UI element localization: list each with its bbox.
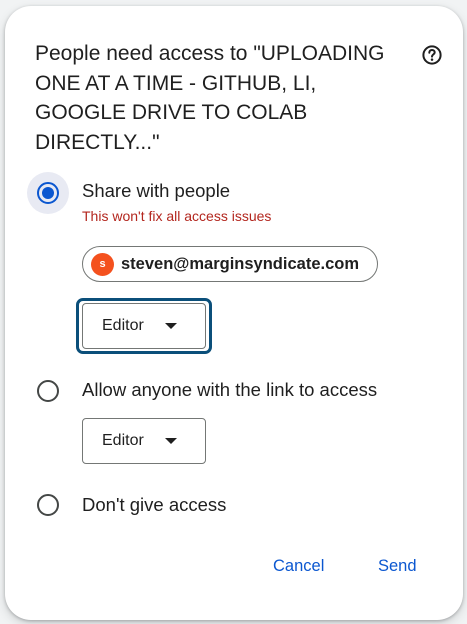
share-with-people-label[interactable]: Share with people — [82, 180, 230, 202]
share-access-dialog: People need access to "UPLOADING ONE AT … — [5, 6, 463, 620]
send-button[interactable]: Send — [378, 557, 417, 576]
radio-share-with-people[interactable] — [37, 182, 59, 204]
access-warning-text: This won't fix all access issues — [82, 208, 272, 224]
help-icon[interactable] — [421, 44, 443, 66]
avatar: s — [91, 252, 114, 276]
recipient-email: steven@marginsyndicate.com — [121, 254, 360, 273]
cancel-button[interactable]: Cancel — [273, 557, 324, 576]
radio-dont-give-access[interactable] — [37, 494, 59, 516]
dont-give-access-label[interactable]: Don't give access — [82, 494, 226, 516]
link-role-value: Editor — [102, 432, 144, 449]
dropdown-arrow-icon — [165, 323, 177, 329]
link-role-select[interactable]: Editor — [82, 418, 206, 464]
share-role-value: Editor — [102, 317, 144, 334]
dialog-title: People need access to "UPLOADING ONE AT … — [35, 42, 385, 154]
dropdown-arrow-icon — [165, 438, 177, 444]
recipient-chip[interactable]: s steven@marginsyndicate.com — [82, 246, 378, 282]
anyone-with-link-label[interactable]: Allow anyone with the link to access — [82, 379, 377, 401]
radio-anyone-with-link[interactable] — [37, 380, 59, 402]
share-role-select[interactable]: Editor — [82, 303, 206, 349]
